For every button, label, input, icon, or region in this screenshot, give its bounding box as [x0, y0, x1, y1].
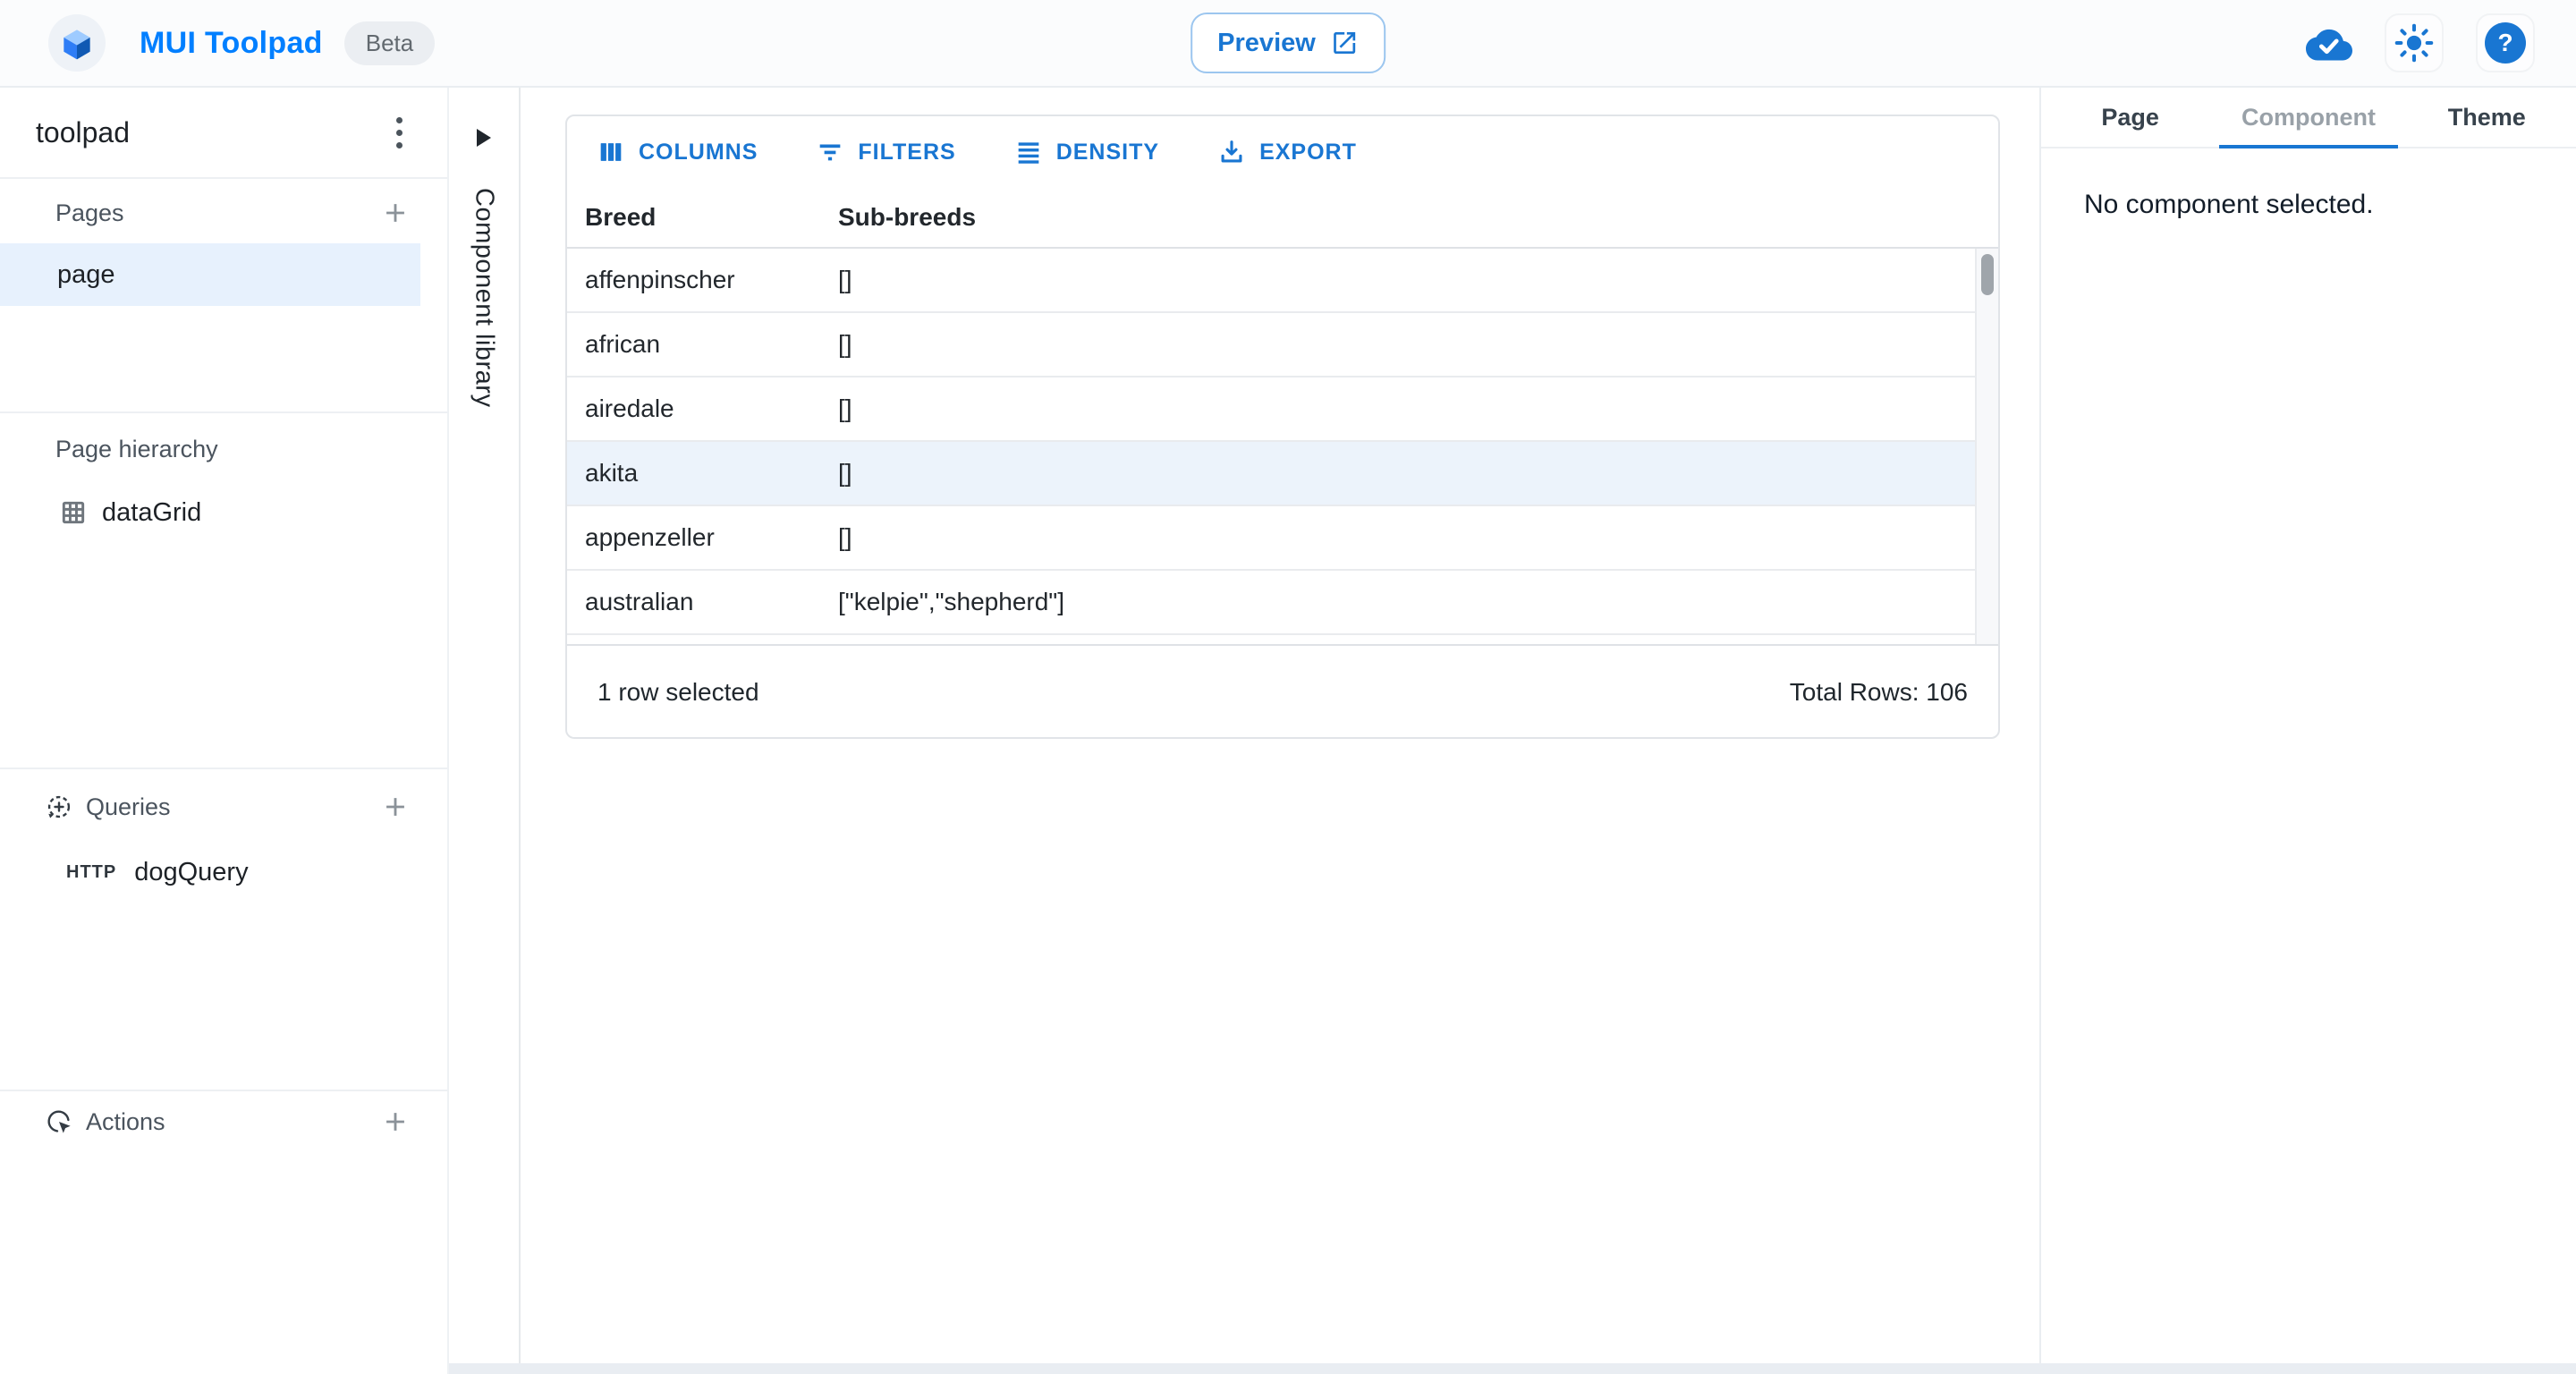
project-menu-button[interactable] [391, 112, 408, 154]
table-row[interactable] [567, 635, 1998, 644]
component-library-panel: Component library [449, 88, 521, 1374]
hierarchy-item-label: dataGrid [102, 498, 201, 528]
total-rows-count: Total Rows: 106 [1790, 678, 1968, 707]
download-icon [1216, 137, 1247, 167]
scrollbar-thumb[interactable] [1981, 254, 1994, 295]
expand-library-icon[interactable] [477, 129, 491, 147]
page-hierarchy-section: Page hierarchy dataGrid [0, 413, 447, 769]
filters-button[interactable]: FILTERS [804, 130, 966, 174]
table-row[interactable]: airedale [] [567, 377, 1998, 442]
queries-section-label: Queries [86, 793, 171, 821]
query-item-dogquery[interactable]: HTTP dogQuery [0, 841, 447, 903]
preview-button-label: Preview [1217, 29, 1316, 58]
page-hierarchy-label: Page hierarchy [55, 436, 218, 463]
add-query-button[interactable] [374, 785, 417, 828]
pages-section: Pages page [0, 179, 447, 413]
view-columns-icon [596, 137, 626, 167]
toolpad-logo-icon[interactable] [48, 14, 106, 72]
grid-icon [59, 498, 88, 527]
datagrid-component[interactable]: COLUMNS FILTERS DE [565, 114, 2000, 739]
project-name: toolpad [36, 116, 130, 149]
app-root: MUI Toolpad Beta Preview [0, 0, 2576, 1374]
sidebar-item-page[interactable]: page [0, 243, 420, 306]
hierarchy-item-datagrid[interactable]: dataGrid [0, 481, 447, 544]
column-header-breed[interactable]: Breed [567, 203, 838, 232]
column-header-subbreeds[interactable]: Sub-breeds [838, 203, 1998, 232]
datagrid-footer: 1 row selected Total Rows: 106 [567, 644, 1998, 739]
vertical-scrollbar[interactable] [1975, 249, 1998, 644]
app-header: MUI Toolpad Beta Preview [0, 0, 2576, 88]
actions-click-icon [45, 1107, 73, 1136]
component-library-label[interactable]: Component library [470, 188, 499, 407]
rows-selected-status: 1 row selected [597, 678, 759, 707]
no-component-message: No component selected. [2084, 190, 2576, 220]
add-page-button[interactable] [374, 191, 417, 234]
page-canvas: COLUMNS FILTERS DE [521, 88, 2038, 1374]
preview-button[interactable]: Preview [1191, 13, 1385, 73]
actions-section: Actions [0, 1091, 447, 1374]
help-button[interactable]: ? [2476, 13, 2535, 72]
density-button[interactable]: DENSITY [1003, 130, 1170, 174]
table-row[interactable]: appenzeller [] [567, 506, 1998, 571]
http-badge: HTTP [66, 862, 116, 883]
app-title: MUI Toolpad [140, 26, 323, 61]
table-row-selected[interactable]: akita [] [567, 442, 1998, 506]
table-row[interactable]: australian ["kelpie","shepherd"] [567, 571, 1998, 635]
query-icon [45, 793, 73, 821]
table-row[interactable]: affenpinscher [] [567, 249, 1998, 313]
light-mode-toggle-button[interactable] [2385, 13, 2444, 72]
table-row[interactable]: african [] [567, 313, 1998, 377]
inspector-panel: Page Component Theme No component select… [2039, 88, 2576, 1374]
tab-theme[interactable]: Theme [2398, 88, 2576, 147]
filter-list-icon [815, 137, 845, 167]
project-row: toolpad [0, 88, 447, 179]
datagrid-rows-viewport: affenpinscher [] african [] airedale [] … [567, 249, 1998, 644]
query-item-label: dogQuery [134, 858, 248, 887]
tab-page[interactable]: Page [2041, 88, 2219, 147]
tab-component[interactable]: Component [2219, 88, 2397, 147]
datagrid-toolbar: COLUMNS FILTERS DE [567, 116, 1998, 188]
help-icon: ? [2485, 22, 2526, 64]
add-action-button[interactable] [374, 1100, 417, 1143]
pages-section-label: Pages [55, 199, 124, 227]
light-mode-icon [2394, 23, 2434, 63]
export-button[interactable]: EXPORT [1206, 130, 1368, 174]
cloud-synced-icon [2306, 25, 2352, 61]
explorer-sidebar: toolpad Pages page Page hierarchy [0, 88, 449, 1374]
beta-badge: Beta [344, 21, 436, 65]
datagrid-header-row: Breed Sub-breeds [567, 188, 1998, 249]
open-in-new-icon [1330, 29, 1359, 57]
horizontal-scrollbar[interactable] [449, 1363, 2576, 1374]
inspector-tabbar: Page Component Theme [2041, 88, 2576, 148]
active-tab-indicator [2219, 145, 2397, 148]
columns-button[interactable]: COLUMNS [585, 130, 768, 174]
actions-section-label: Actions [86, 1108, 165, 1136]
queries-section: Queries HTTP dogQuery [0, 769, 447, 1091]
density-icon [1013, 137, 1044, 167]
